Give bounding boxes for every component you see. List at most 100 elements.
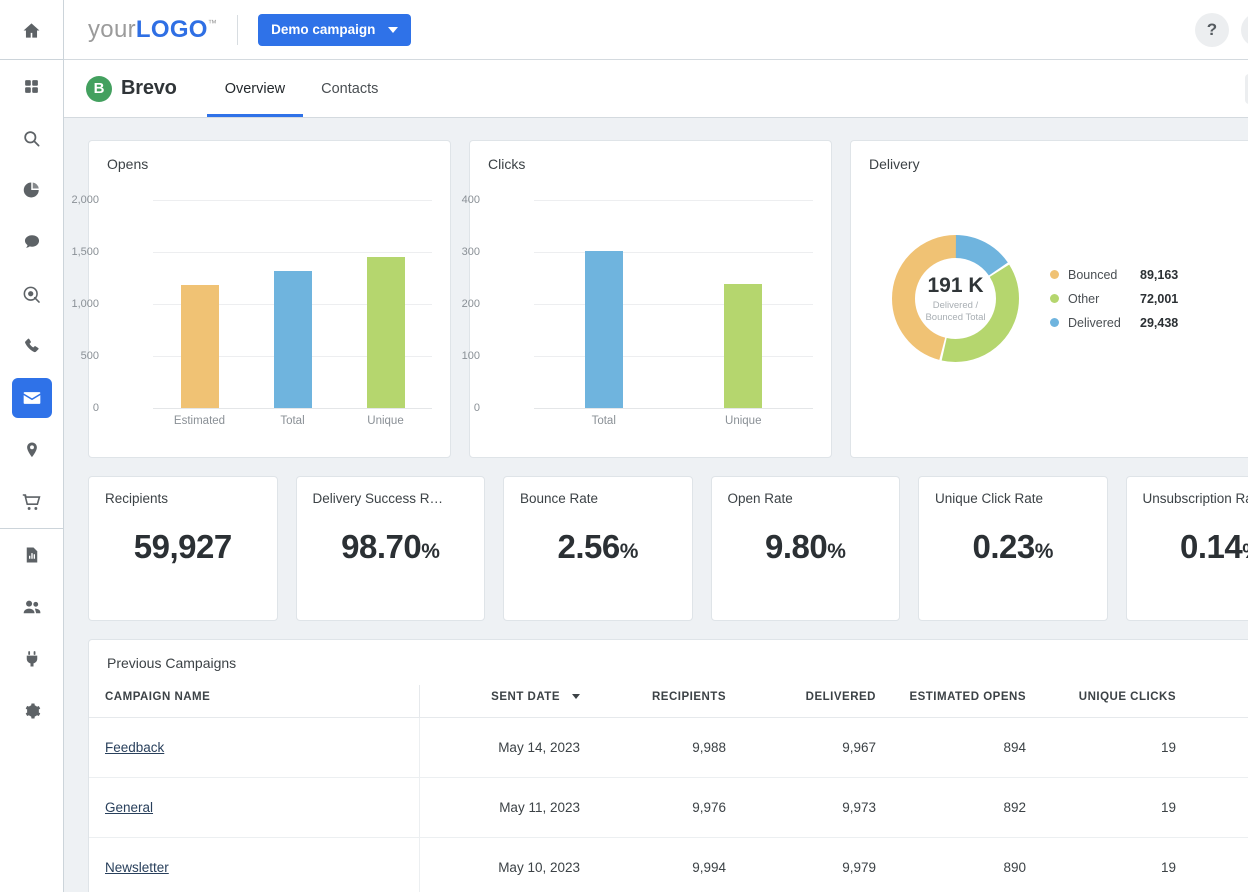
legend-item[interactable]: Delivered 29,438 — [1050, 311, 1178, 335]
delivery-chart-title: Delivery — [851, 141, 1248, 172]
legend-value-bounced: 89,163 — [1140, 268, 1178, 282]
kpi-card-recipients: Recipients 59,927 — [88, 476, 278, 621]
sidebar-item-calls[interactable] — [12, 326, 52, 366]
sort-descending-icon — [572, 694, 580, 699]
charts-row: Opens 2,000 1,500 1,000 500 0 E — [88, 140, 1248, 458]
column-header-recipients[interactable]: RECIPIENTS — [594, 685, 744, 718]
sidebar-item-settings[interactable] — [12, 691, 52, 731]
brevo-brand-name: Brevo — [121, 77, 177, 100]
main-area: yourLOGO™ Demo campaign ? — [64, 0, 1248, 892]
bar-unique[interactable] — [724, 284, 762, 408]
sidebar-item-reports[interactable] — [12, 535, 52, 575]
legend-item[interactable]: Other 72,001 — [1050, 287, 1178, 311]
table-body: Feedback May 14, 2023 9,988 9,967 894 19… — [89, 718, 1248, 892]
column-header-campaign-name[interactable]: CAMPAIGN NAME — [89, 685, 419, 718]
column-header-sent-date[interactable]: SENT DATE — [419, 685, 594, 718]
cell-unique-clicks: 19 — [1044, 838, 1194, 892]
kpi-value: 59,927 — [134, 528, 232, 565]
sidebar-item-email[interactable] — [12, 378, 52, 418]
help-button[interactable]: ? — [1195, 13, 1229, 47]
legend-label-delivered: Delivered — [1068, 316, 1140, 330]
campaign-link[interactable]: Feedback — [105, 740, 164, 755]
cell-sent-date: May 14, 2023 — [419, 718, 594, 778]
kpi-label: Open Rate — [728, 491, 884, 506]
clicks-ytick-200: 200 — [462, 298, 480, 310]
previous-campaigns-card: Previous Campaigns CAMPAIGN NAME SENT DA… — [88, 639, 1248, 892]
kpi-label: Delivery Success R… — [313, 491, 469, 506]
sidebar-item-search[interactable] — [12, 118, 52, 158]
legend-dot-other — [1050, 294, 1059, 303]
legend-dot-bounced — [1050, 270, 1059, 279]
app-logo[interactable]: yourLOGO™ — [88, 16, 217, 44]
table-head: CAMPAIGN NAME SENT DATE RECIPIENTS DELIV… — [89, 685, 1248, 718]
sidebar-group-top — [0, 0, 63, 59]
campaign-link[interactable]: General — [105, 800, 153, 815]
opens-ytick-2000: 2,000 — [71, 194, 99, 206]
sidebar-item-locations[interactable] — [12, 430, 52, 470]
kpi-value: 0.14 — [1180, 528, 1242, 565]
tab-contacts[interactable]: Contacts — [303, 63, 396, 117]
sidebar-item-chat[interactable] — [12, 222, 52, 262]
bar-total[interactable] — [274, 271, 312, 408]
campaign-link[interactable]: Newsletter — [105, 860, 169, 875]
sidebar-item-integrations[interactable] — [12, 639, 52, 679]
top-bar: yourLOGO™ Demo campaign ? — [64, 0, 1248, 60]
phone-icon — [23, 337, 41, 355]
sidebar-item-target[interactable] — [12, 274, 52, 314]
document-chart-icon — [23, 546, 41, 564]
cell-estimated-opens: 890 — [894, 838, 1044, 892]
cell-recipients: 9,976 — [594, 778, 744, 838]
kpi-value-group: 0.23% — [935, 528, 1091, 566]
table-row[interactable]: Newsletter May 10, 2023 9,994 9,979 890 … — [89, 838, 1248, 892]
brevo-brand: B Brevo — [86, 76, 177, 102]
sidebar-item-users[interactable] — [12, 587, 52, 627]
table-row[interactable]: General May 11, 2023 9,976 9,973 892 19 … — [89, 778, 1248, 838]
previous-campaigns-table: CAMPAIGN NAME SENT DATE RECIPIENTS DELIV… — [89, 685, 1248, 892]
kpi-suffix: % — [1242, 540, 1248, 563]
column-header-sent-date-label: SENT DATE — [491, 691, 560, 703]
legend-item[interactable]: Bounced 89,163 — [1050, 263, 1178, 287]
legend-label-bounced: Bounced — [1068, 268, 1140, 282]
table-row[interactable]: Feedback May 14, 2023 9,988 9,967 894 19… — [89, 718, 1248, 778]
envelope-icon — [22, 388, 42, 408]
donut-center-labels: 191 K Delivered / Bounced Total — [883, 226, 1028, 371]
tab-overview[interactable]: Overview — [207, 63, 303, 117]
notifications-button[interactable] — [1241, 13, 1248, 47]
clicks-chart-card: Clicks 400 300 200 100 0 Total U — [469, 140, 832, 458]
column-header-unsubscriptions[interactable]: UNSUBSC — [1194, 685, 1248, 718]
sidebar-item-analytics[interactable] — [12, 170, 52, 210]
bar-estimated[interactable] — [181, 285, 219, 408]
opens-xlabels: Estimated Total Unique — [153, 415, 432, 427]
column-header-estimated-opens[interactable]: ESTIMATED OPENS — [894, 685, 1044, 718]
bar-total[interactable] — [585, 251, 623, 408]
question-mark-icon: ? — [1207, 20, 1217, 40]
kpi-value-group: 59,927 — [105, 528, 261, 566]
kpi-suffix: % — [620, 540, 638, 563]
cell-sent-date: May 10, 2023 — [419, 838, 594, 892]
gear-icon — [23, 702, 41, 720]
bar-unique[interactable] — [367, 257, 405, 408]
people-icon — [22, 597, 42, 617]
opens-bars — [153, 200, 432, 408]
search-icon — [22, 129, 41, 148]
delivery-donut[interactable]: 191 K Delivered / Bounced Total — [883, 226, 1028, 371]
cell-unsubscriptions: 14 — [1194, 718, 1248, 778]
campaign-selector-button[interactable]: Demo campaign — [258, 14, 411, 46]
logo-prefix: your — [88, 16, 136, 44]
brevo-logo-icon: B — [86, 76, 112, 102]
sidebar-item-apps[interactable] — [12, 66, 52, 106]
clicks-xlabels: Total Unique — [534, 415, 813, 427]
column-header-unique-clicks[interactable]: UNIQUE CLICKS — [1044, 685, 1194, 718]
column-header-delivered[interactable]: DELIVERED — [744, 685, 894, 718]
sidebar-item-commerce[interactable] — [12, 482, 52, 522]
chevron-down-icon — [388, 27, 398, 33]
clicks-ytick-100: 100 — [462, 350, 480, 362]
clicks-ytick-300: 300 — [462, 246, 480, 258]
kpi-suffix: % — [421, 540, 439, 563]
kpi-value: 9.80 — [765, 528, 827, 565]
sidebar-item-home[interactable] — [12, 10, 52, 50]
kpi-suffix: % — [1035, 540, 1053, 563]
kpi-value-group: 0.14% — [1143, 528, 1248, 566]
kpi-label: Recipients — [105, 491, 261, 506]
header-divider — [237, 15, 238, 45]
